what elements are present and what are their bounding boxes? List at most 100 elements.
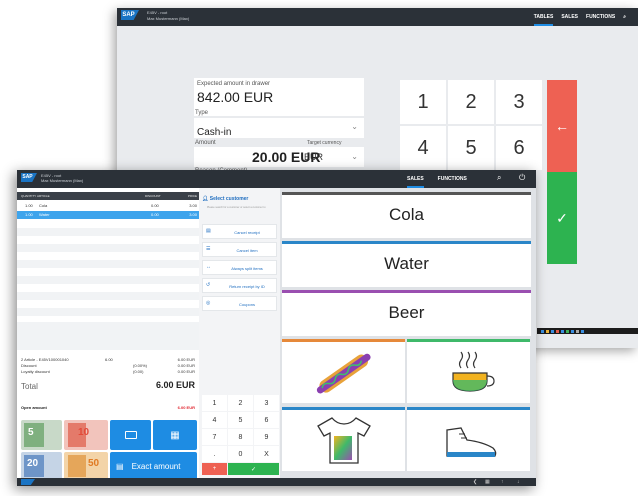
taskbar: [537, 328, 638, 334]
product-tile-water[interactable]: Water: [282, 241, 531, 287]
tab-sales[interactable]: SALES: [561, 8, 578, 26]
key-9[interactable]: 9: [254, 429, 279, 445]
confirm-button[interactable]: ✓: [228, 463, 279, 475]
bottom-bar: ❮ ▦ ↑ ↓: [17, 478, 536, 486]
always-split-items-button[interactable]: ↔ Always split items: [202, 260, 277, 275]
empty-row: [17, 228, 199, 236]
tab-functions[interactable]: FUNCTIONS: [586, 8, 615, 26]
type-value: Cash-in: [197, 127, 232, 138]
product-tile-beer[interactable]: Beer: [282, 290, 531, 336]
empty-row: [17, 276, 199, 284]
up-icon[interactable]: ↑: [501, 478, 504, 486]
sneaker-icon: [446, 427, 497, 457]
receipt-filler: [17, 322, 199, 350]
key-2[interactable]: 2: [448, 80, 494, 124]
back-icon[interactable]: ❮: [473, 478, 477, 486]
key-decimal[interactable]: .: [202, 446, 227, 462]
note-5-label: 5: [28, 427, 34, 438]
key-4[interactable]: 4: [202, 412, 227, 428]
discount-value: 0.00 EUR: [177, 363, 195, 368]
power-icon[interactable]: ⏻: [519, 173, 525, 183]
discount-label: Discount: [21, 363, 37, 368]
down-icon[interactable]: ↓: [517, 478, 520, 486]
row-qty: 1.00: [25, 212, 33, 217]
key-6[interactable]: 6: [254, 412, 279, 428]
numeric-keypad: 1 2 3 4 5 6: [400, 80, 542, 170]
split-icon: ↔: [206, 264, 211, 270]
tab-sales[interactable]: SALES: [407, 170, 424, 188]
cancel-receipt-button[interactable]: ▤ Cancel receipt: [202, 224, 277, 239]
receipt-icon: ▤: [206, 228, 211, 234]
row-article: Water: [39, 212, 50, 217]
cancel-receipt-label: Cancel receipt: [234, 230, 260, 235]
currency-select[interactable]: EUR: [304, 152, 323, 162]
note-5-button[interactable]: 5: [21, 420, 62, 450]
coupons-button[interactable]: ◎ Coupons: [202, 296, 277, 311]
tshirt-tile[interactable]: [282, 407, 405, 471]
key-clear[interactable]: X: [254, 446, 279, 462]
return-receipt-button[interactable]: ↺ Return receipt by ID: [202, 278, 277, 293]
product-pane: Cola Water Beer: [280, 188, 536, 482]
amount-input[interactable]: 20.00 EUR EUR ⌄: [194, 147, 364, 167]
receipt-row[interactable]: 1.00 Cola 0.00 3.00: [17, 202, 199, 210]
key-7[interactable]: 7: [202, 429, 227, 445]
open-amount-value: 6.00 EUR: [177, 405, 195, 410]
coupon-icon: ◎: [206, 300, 211, 306]
confirm-button[interactable]: ✓: [547, 172, 577, 264]
card-icon: [124, 431, 137, 439]
session-info: E45V - root Max Mustermann (Max): [147, 10, 189, 22]
note-10-button[interactable]: 10: [64, 420, 108, 450]
key-3[interactable]: 3: [254, 395, 279, 411]
plus-minus-button[interactable]: +: [202, 463, 227, 475]
note-20-button[interactable]: 20: [21, 452, 62, 480]
article-total: 6.00 EUR: [177, 357, 195, 362]
expected-amount-value: 842.00 EUR: [197, 89, 274, 105]
cancel-item-label: Cancel item: [236, 248, 258, 253]
receipt-column-header: QUANTITY ARTICLE DISCOUNT PRICE: [17, 192, 199, 200]
hotdog-tile[interactable]: [282, 339, 405, 403]
key-6[interactable]: 6: [496, 126, 542, 170]
exact-amount-label: Exact amount: [131, 461, 181, 471]
list-icon: ☰: [206, 246, 211, 252]
key-8[interactable]: 8: [228, 429, 253, 445]
total-value: 6.00 EUR: [155, 380, 195, 390]
search-icon[interactable]: ⌕: [623, 8, 626, 26]
key-1[interactable]: 1: [202, 395, 227, 411]
article-amount: 6.00: [105, 357, 113, 362]
top-nav: TABLES SALES FUNCTIONS ⌕: [533, 8, 626, 26]
key-5[interactable]: 5: [228, 412, 253, 428]
product-name: Cola: [389, 205, 424, 224]
key-4[interactable]: 4: [400, 126, 446, 170]
tab-functions[interactable]: FUNCTIONS: [438, 170, 467, 188]
article-count: 2 Article - E45V100001040: [21, 357, 69, 362]
key-3[interactable]: 3: [496, 80, 542, 124]
grid-icon[interactable]: ▦: [485, 478, 490, 486]
type-label: Type: [195, 110, 209, 116]
select-customer-button[interactable]: 👤︎ Select customer: [202, 196, 277, 202]
coffee-tile[interactable]: [407, 339, 530, 403]
select-customer-hint: Please search for a customer or select a…: [207, 206, 266, 209]
tab-tables[interactable]: TABLES: [533, 8, 554, 26]
key-2[interactable]: 2: [228, 395, 253, 411]
card-payment-button[interactable]: [110, 420, 151, 450]
note-50-button[interactable]: 50: [64, 452, 108, 480]
receipt-row-selected[interactable]: 1.00 Water 0.00 3.00: [17, 211, 199, 219]
top-bar: SAP E45V - root Max Mustermann (Max) SAL…: [17, 170, 536, 188]
numeric-keypad: 1 2 3 4 5 6 7 8 9 . 0 X: [202, 395, 279, 462]
sneaker-tile[interactable]: [407, 407, 530, 471]
exact-amount-button[interactable]: ▤ Exact amount: [110, 452, 197, 480]
col-price: PRICE: [187, 194, 197, 198]
backspace-button[interactable]: ←: [547, 80, 577, 172]
key-1[interactable]: 1: [400, 80, 446, 124]
search-icon[interactable]: ⌕: [497, 173, 501, 183]
top-nav: SALES FUNCTIONS: [407, 170, 467, 188]
product-tile-cola[interactable]: Cola: [282, 192, 531, 238]
cancel-item-button[interactable]: ☰ Cancel item: [202, 242, 277, 257]
other-payment-button[interactable]: ▦: [153, 420, 197, 450]
key-0[interactable]: 0: [228, 446, 253, 462]
key-5[interactable]: 5: [448, 126, 494, 170]
type-select[interactable]: Cash-in ⌄: [194, 118, 364, 138]
user-label: Max Mustermann (Max): [147, 16, 190, 21]
loyalty-value: 0.00 EUR: [177, 369, 195, 374]
col-discount: DISCOUNT: [145, 194, 161, 198]
